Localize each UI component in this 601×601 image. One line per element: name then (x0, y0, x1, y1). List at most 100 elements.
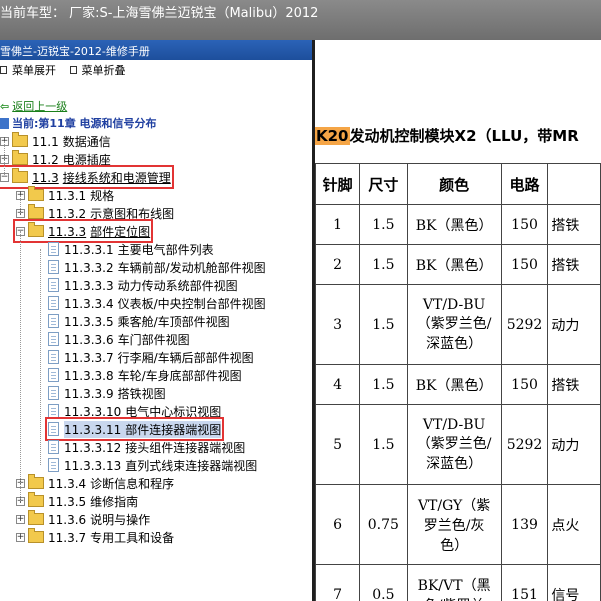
column-header-color: 颜色 (406, 163, 502, 205)
tree-item-label: 示意图和布线图 (90, 206, 175, 221)
pin-cell: 7 (315, 564, 361, 601)
function-cell: 搭铁 (547, 204, 601, 245)
folder-icon (28, 474, 44, 489)
tree-item-label: 接线系统和电源管理 (62, 170, 171, 185)
tree-item-text: 11.3.2 示意图和布线图 (48, 205, 174, 222)
menu-toolbar: 菜单展开 菜单折叠 (0, 62, 136, 82)
page-icon (48, 332, 59, 346)
tree-item[interactable]: 11.3.3.7 行李厢/车辆后部部件视图 (48, 348, 254, 366)
tree-item-number: 11.3.3.1 (64, 242, 114, 257)
tree-item-number: 11.2 (32, 152, 59, 167)
tree-item[interactable]: +11.3.6 说明与操作 (16, 510, 150, 528)
page-icon (48, 242, 59, 256)
tree-item[interactable]: 11.3.3.4 仪表板/中央控制台部件视图 (48, 294, 266, 312)
pin-cell: 4 (315, 364, 361, 405)
tree-item[interactable]: 11.3.3.2 车辆前部/发动机舱部件视图 (48, 258, 266, 276)
tree-item-number: 11.3.3.4 (64, 296, 114, 311)
tree-item[interactable]: 11.3.3.13 直列式线束连接器端视图 (48, 456, 257, 474)
column-header-function (547, 163, 601, 205)
color-cell: BK/VT（黑色/紫罗兰 (406, 564, 502, 601)
tree-item[interactable]: +11.1 数据通信 (0, 132, 111, 150)
tree-item-label: 数据通信 (62, 134, 111, 149)
tree-item-label: 部件定位图 (90, 224, 151, 239)
back-link[interactable]: 返回上一级 (12, 100, 67, 113)
tree-item[interactable]: +11.2 电源插座 (0, 150, 111, 168)
page-icon (48, 260, 59, 274)
tree-item[interactable]: +11.3.5 维修指南 (16, 492, 138, 510)
tree-item-label: 电源插座 (62, 152, 111, 167)
function-cell: 搭铁 (547, 364, 601, 405)
tree-item-label: 诊断信息和程序 (90, 476, 175, 491)
table-row: 5 1.5 VT/D-BU（紫罗兰色/深蓝色） 5292 动力 (315, 404, 601, 485)
folder-icon (28, 186, 44, 201)
tree-item-text: 11.3.3.13 直列式线束连接器端视图 (64, 457, 257, 474)
folder-icon (12, 150, 28, 165)
circuit-cell: 150 (500, 364, 549, 405)
function-cell: 信号 (547, 564, 601, 601)
collapse-menu-button[interactable]: 菜单折叠 (69, 62, 126, 78)
column-header-circuit: 电路 (500, 163, 549, 205)
tree-item-number: 11.3.2 (48, 206, 87, 221)
tree-item-label: 车轮/车身底部部件视图 (117, 368, 242, 383)
tree-item[interactable]: 11.3.3.3 动力传动系统部件视图 (48, 276, 238, 294)
size-cell: 1.5 (359, 204, 408, 245)
color-cell: BK（黑色） (406, 204, 502, 245)
tree-item-label: 车门部件视图 (117, 332, 190, 347)
tree-item[interactable]: +11.3.7 专用工具和设备 (16, 528, 174, 546)
tree-item[interactable]: 11.3.3.5 乘客舱/车顶部件视图 (48, 312, 230, 330)
folder-icon (12, 132, 28, 147)
tree-item-label: 仪表板/中央控制台部件视图 (117, 296, 266, 311)
table-row: 4 1.5 BK（黑色） 150 搭铁 (315, 364, 601, 405)
tree-item-text: 11.3.3 部件定位图 (48, 223, 150, 240)
tree-item-label: 车辆前部/发动机舱部件视图 (117, 260, 266, 275)
expand-node-icon[interactable]: + (16, 532, 25, 542)
tree-item-label: 乘客舱/车顶部件视图 (117, 314, 230, 329)
color-cell: VT/D-BU（紫罗兰色/深蓝色） (406, 284, 502, 365)
pin-cell: 3 (315, 284, 361, 365)
tree-item-highlighted[interactable]: −11.3 接线系统和电源管理 (0, 165, 174, 189)
color-cell: BK（黑色） (406, 244, 502, 285)
expand-menu-button[interactable]: 菜单展开 (0, 62, 56, 78)
tree-guide-line (20, 231, 21, 501)
folder-icon (28, 510, 44, 525)
tree-item-highlighted[interactable]: −11.3.3 部件定位图 (12, 219, 154, 243)
expand-node-icon[interactable]: + (16, 514, 25, 524)
table-row: 2 1.5 BK（黑色） 150 搭铁 (315, 244, 601, 285)
tree-item-text: 11.3.5 维修指南 (48, 493, 138, 510)
tree-item-text: 11.3.7 专用工具和设备 (48, 529, 174, 546)
page-icon (48, 422, 59, 436)
table-row: 6 0.75 VT/GY（紫罗兰色/灰色） 139 点火 (315, 484, 601, 565)
size-cell: 1.5 (359, 284, 408, 365)
manual-title: 雪佛兰-迈锐宝-2012-维修手册 (0, 45, 150, 58)
function-cell: 搭铁 (547, 244, 601, 285)
tree-item-text: 11.3.3.5 乘客舱/车顶部件视图 (64, 313, 230, 330)
tree-item-label: 直列式线束连接器端视图 (125, 458, 258, 473)
tree-guide-line (40, 249, 41, 465)
tree-item-text: 11.3.3.8 车轮/车身底部部件视图 (64, 367, 242, 384)
page-icon (48, 314, 59, 328)
tree-item[interactable]: 11.3.3.1 主要电气部件列表 (48, 240, 214, 258)
tree-item-text: 11.3 接线系统和电源管理 (32, 169, 171, 186)
tree-item-label: 电气中心标识视图 (125, 404, 222, 419)
tree-item-highlighted[interactable]: 11.3.3.11 部件连接器端视图 (44, 417, 225, 441)
tree-item[interactable]: +11.3.4 诊断信息和程序 (16, 474, 174, 492)
tree-item[interactable]: 11.3.3.6 车门部件视图 (48, 330, 190, 348)
current-chapter-label: 当前:第11章 电源和信号分布 (12, 117, 157, 130)
pin-cell: 2 (315, 244, 361, 285)
tree-item-number: 11.3.3.5 (64, 314, 114, 329)
folder-icon (12, 168, 28, 183)
size-cell: 1.5 (359, 244, 408, 285)
tree-item-text: 11.3.3.3 动力传动系统部件视图 (64, 277, 238, 294)
size-cell: 1.5 (359, 404, 408, 485)
tree-item-number: 11.3.3 (48, 224, 87, 239)
tree-item[interactable]: 11.3.3.12 接头组件连接器端视图 (48, 438, 245, 456)
page-icon (48, 440, 59, 454)
tree-item[interactable]: +11.3.1 规格 (16, 186, 114, 204)
connector-code: K20 (315, 127, 350, 145)
tree-item[interactable]: 11.3.3.9 搭铁视图 (48, 384, 166, 402)
tree-item-text: 11.3.1 规格 (48, 187, 114, 204)
tree-item[interactable]: 11.3.3.8 车轮/车身底部部件视图 (48, 366, 242, 384)
tree-item[interactable]: +11.3.2 示意图和布线图 (16, 204, 174, 222)
pin-cell: 5 (315, 404, 361, 485)
tree-item[interactable]: 11.3.3.10 电气中心标识视图 (48, 402, 221, 420)
